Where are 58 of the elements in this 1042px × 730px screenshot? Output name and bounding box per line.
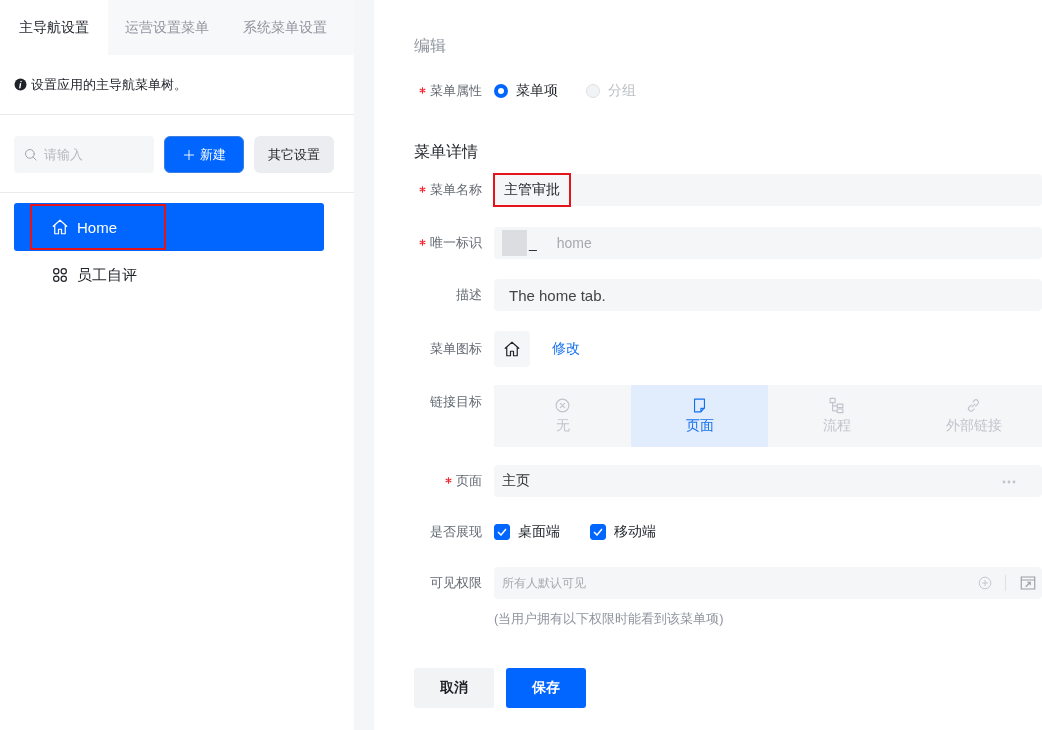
identifier-prefix: _ (527, 235, 538, 251)
field-label: 唯一标识 (430, 234, 482, 252)
edit-link[interactable]: 修改 (552, 340, 580, 358)
plus-icon (182, 147, 196, 162)
field-label: 菜单名称 (430, 181, 482, 199)
cancel-button[interactable]: 取消 (414, 668, 494, 708)
radio-option[interactable]: 菜单项 (494, 82, 558, 100)
placeholder-text: home (556, 235, 592, 251)
field-label: 描述 (456, 286, 482, 304)
link-target-option[interactable]: 页面 (631, 385, 768, 447)
tab[interactable]: 运营设置菜单 (108, 0, 226, 55)
info-icon (14, 78, 27, 91)
field-label: 页面 (456, 472, 482, 490)
checkmark-icon (497, 528, 507, 536)
four-circles-icon (51, 266, 69, 284)
field-value: 主管审批 (494, 174, 570, 206)
placeholder-text: 请输入 (44, 145, 83, 164)
ellipsis-icon[interactable] (1002, 480, 1016, 484)
checkmark-icon (593, 528, 603, 536)
description-field[interactable]: The home tab. (494, 279, 1042, 311)
other-settings-button[interactable]: 其它设置 (254, 136, 334, 173)
field-label: 是否展现 (430, 523, 482, 541)
home-icon (503, 340, 521, 358)
add-circle-icon[interactable] (978, 576, 992, 590)
tab[interactable]: 系统菜单设置 (226, 0, 354, 55)
x-circle-icon (554, 397, 571, 414)
field-value: 主页 (501, 472, 531, 490)
info-text: 设置应用的主导航菜单树。 (31, 75, 187, 94)
field-label: 可见权限 (430, 574, 482, 592)
checkbox-option[interactable]: 桌面端 (494, 523, 560, 541)
tree-item[interactable]: 员工自评 (14, 251, 324, 299)
home-icon (51, 218, 69, 236)
radio-button[interactable] (494, 84, 508, 98)
identifier-field[interactable]: _ home (494, 227, 1042, 259)
hint-text: (当用户拥有以下权限时能看到该菜单项) (494, 610, 725, 628)
save-button[interactable]: 保存 (506, 668, 586, 708)
field-label: 菜单图标 (430, 340, 482, 358)
section-title: 菜单详情 (414, 142, 479, 162)
new-button[interactable]: 新建 (164, 136, 244, 173)
name-field[interactable]: 主管审批 (494, 174, 1042, 206)
checkbox-option[interactable]: 移动端 (590, 523, 656, 541)
tree-item[interactable]: Home (14, 203, 324, 251)
tree-item-label: Home (77, 218, 117, 236)
tree-item-label: 员工自评 (77, 265, 137, 285)
placeholder-text: 所有人默认可见 (501, 574, 587, 592)
flowchart-icon (828, 397, 845, 414)
checkbox[interactable] (590, 524, 606, 540)
checkbox[interactable] (494, 524, 510, 540)
page-select[interactable]: 主页 (494, 465, 1042, 497)
field-label: 链接目标 (430, 393, 482, 411)
select-window-icon[interactable] (1019, 574, 1037, 592)
redacted-block (502, 230, 527, 256)
link-icon (965, 397, 982, 414)
search-icon (23, 147, 38, 162)
page-icon (691, 397, 708, 414)
field-label: 菜单属性 (430, 82, 482, 100)
field-value: The home tab. (508, 286, 607, 304)
form-title: 编辑 (414, 36, 447, 56)
